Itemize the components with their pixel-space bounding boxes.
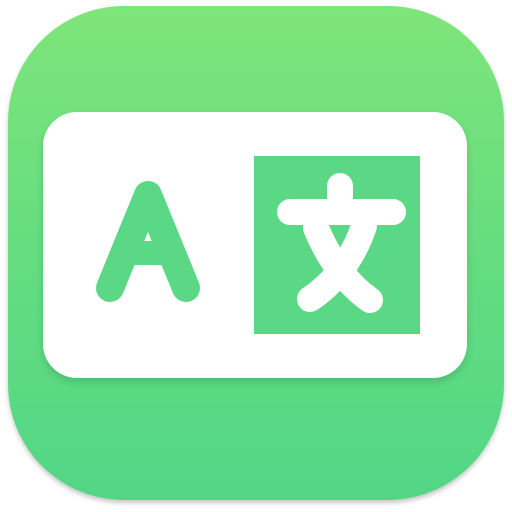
app-icon-stage	[0, 0, 512, 512]
translate-glyphs	[96, 156, 420, 334]
latin-letter-a-icon	[96, 181, 200, 302]
